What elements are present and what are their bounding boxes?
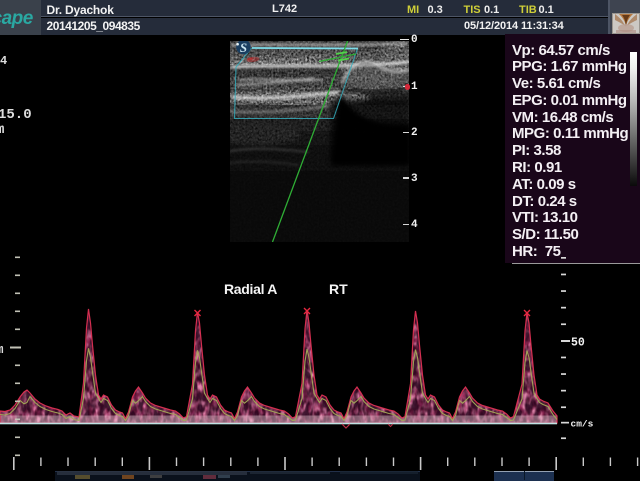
svg-text:cm/s: cm/s [571, 419, 594, 430]
svg-text:50: 50 [571, 337, 585, 350]
svg-text:S: S [240, 41, 247, 55]
